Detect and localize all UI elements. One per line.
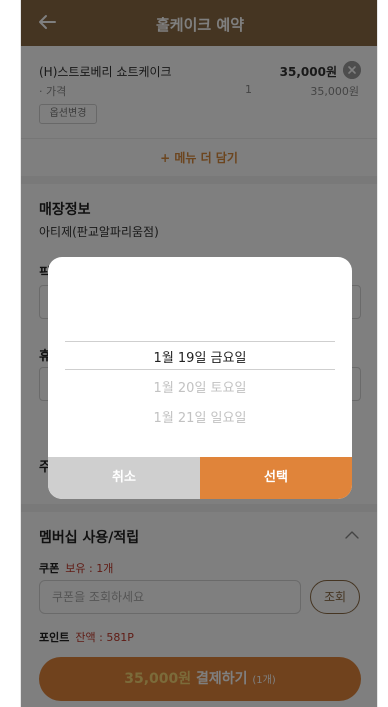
cancel-button[interactable]: 취소: [48, 457, 200, 499]
picker-selected-date[interactable]: 1월 19일 금요일: [48, 347, 352, 366]
select-button[interactable]: 선택: [200, 457, 352, 499]
picker-selection-line: [65, 341, 335, 342]
date-picker-modal: 1월 19일 금요일 1월 20일 토요일 1월 21일 일요일 취소 선택: [48, 257, 352, 499]
picker-date-option[interactable]: 1월 20일 토요일: [48, 377, 352, 396]
picker-date-option[interactable]: 1월 21일 일요일: [48, 407, 352, 426]
app-frame: 홀케이크 예약 (H)스트로베리 쇼트케이크 35,000원 · 가격 1 35…: [20, 0, 378, 707]
picker-selection-line: [65, 369, 335, 370]
